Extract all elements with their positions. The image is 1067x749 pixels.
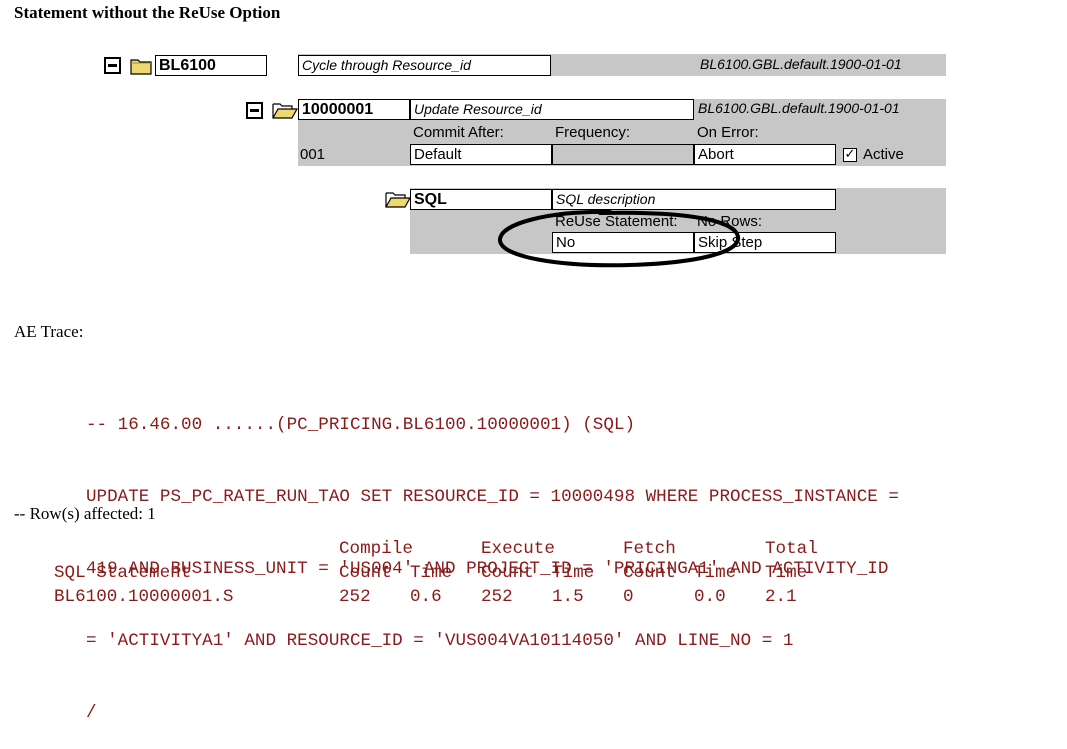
fetch-time-value: 0.0 [694,587,726,607]
commit-after-label: Commit After: [413,124,504,141]
trace-line: = 'ACTIVITYA1' AND RESOURCE_ID = 'VUS004… [86,631,794,651]
header-execute: Execute [481,539,555,559]
frequency-field[interactable] [552,144,694,165]
section-description-field[interactable]: Cycle through Resource_id [298,55,551,76]
col-compile-count: Count [339,563,392,583]
section-meta-text: BL6100.GBL.default.1900-01-01 [700,56,902,72]
col-sql-statement: SQL Statement [54,563,192,583]
step-number: 001 [300,146,326,163]
section-name-field[interactable]: BL6100 [155,55,267,76]
col-fetch-count: Count [623,563,676,583]
on-error-label: On Error: [697,124,759,141]
commit-after-dropdown[interactable]: Default [410,144,552,165]
ae-trace-label: AE Trace: [14,322,84,341]
col-execute-count: Count [481,563,534,583]
rows-affected-text: -- Row(s) affected: 1 [14,504,156,523]
header-fetch: Fetch [623,539,676,559]
active-label: Active [863,146,904,163]
open-folder-icon [272,103,298,119]
compile-time-value: 0.6 [410,587,442,607]
highlight-ellipse [498,209,740,268]
collapse-step-minus-icon[interactable] [246,102,263,119]
col-total-time: Time [765,563,808,583]
header-total: Total [765,539,818,559]
col-fetch-time: Time [694,563,737,583]
execute-time-value: 1.5 [552,587,584,607]
step-name-field[interactable]: 10000001 [298,99,410,120]
frequency-label: Frequency: [555,124,631,141]
row-statement: BL6100.10000001.S [54,587,234,607]
compile-count-value: 252 [339,587,371,607]
execute-count-value: 252 [481,587,513,607]
trace-line: / [86,703,97,723]
trace-line: -- 16.46.00 ......(PC_PRICING.BL6100.100… [86,415,636,435]
step-description-field[interactable]: Update Resource_id [410,99,694,120]
fetch-count-value: 0 [623,587,634,607]
on-error-dropdown[interactable]: Abort [694,144,836,165]
total-time-value: 2.1 [765,587,797,607]
step-meta-text: BL6100.GBL.default.1900-01-01 [698,100,900,116]
page-title: Statement without the ReUse Option [14,3,281,22]
active-checkbox-icon[interactable]: ✓ [843,148,857,162]
folder-icon [130,59,152,75]
collapse-section-minus-icon[interactable] [104,57,121,74]
open-folder-icon [385,192,411,208]
trace-line: UPDATE PS_PC_RATE_RUN_TAO SET RESOURCE_I… [86,487,899,507]
header-compile: Compile [339,539,413,559]
col-compile-time: Time [410,563,453,583]
col-execute-time: Time [552,563,595,583]
